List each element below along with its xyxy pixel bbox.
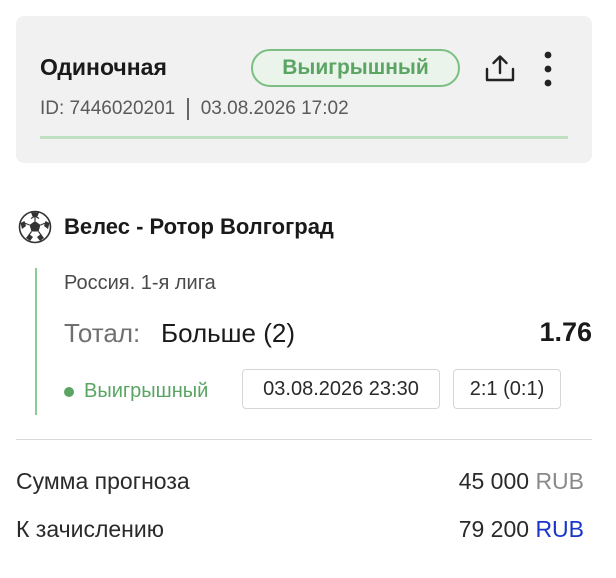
- section-divider: [16, 439, 592, 440]
- payout-amount: 79 200: [458, 516, 530, 542]
- meta-separator: [187, 98, 189, 120]
- score-chip: 2:1 (0:1): [453, 369, 561, 409]
- market-label: Тотал:: [64, 318, 141, 348]
- more-options-button[interactable]: [536, 50, 560, 90]
- bet-type-title: Одиночная: [40, 54, 167, 80]
- odds-value: 1.76: [539, 317, 592, 347]
- bet-id: ID: 7446020201: [40, 98, 176, 119]
- bet-meta: ID: 7446020201 03.08.2026 17:02: [40, 98, 349, 120]
- payout-row: К зачислению 79 200 RUB: [16, 516, 584, 543]
- payout-label: К зачислению: [16, 516, 164, 542]
- more-vertical-icon: [544, 51, 552, 87]
- soccer-ball-icon: [18, 210, 52, 244]
- event-result-label: Выигрышный: [84, 380, 209, 402]
- event-accent-bar: [35, 268, 37, 415]
- match-datetime-chip: 03.08.2026 23:30: [242, 369, 440, 409]
- match-title: Велес - Ротор Волгоград: [64, 214, 334, 239]
- stake-label: Сумма прогноза: [16, 468, 190, 494]
- stake-row: Сумма прогноза 45 000 RUB: [16, 468, 584, 495]
- stake-amount: 45 000: [458, 468, 530, 494]
- status-dot-icon: [64, 386, 74, 397]
- payout-value: 79 200 RUB: [459, 516, 584, 543]
- stake-value: 45 000 RUB: [459, 468, 584, 495]
- bet-header-card: Одиночная Выигрышный ID: 7446020201 03.0…: [16, 16, 592, 163]
- event-result-status: Выигрышный: [64, 380, 208, 403]
- stake-currency: RUB: [535, 468, 584, 494]
- status-badge: Выигрышный: [251, 49, 460, 87]
- bet-datetime: 03.08.2026 17:02: [200, 98, 349, 119]
- share-icon: [485, 55, 515, 82]
- status-progress-line: [40, 136, 568, 139]
- market-outcome: Больше (2): [161, 318, 295, 348]
- payout-currency: RUB: [535, 516, 584, 542]
- event-header[interactable]: Велес - Ротор Волгоград: [18, 210, 334, 244]
- share-button[interactable]: [483, 52, 517, 86]
- league-name: Россия. 1-я лига: [64, 272, 216, 294]
